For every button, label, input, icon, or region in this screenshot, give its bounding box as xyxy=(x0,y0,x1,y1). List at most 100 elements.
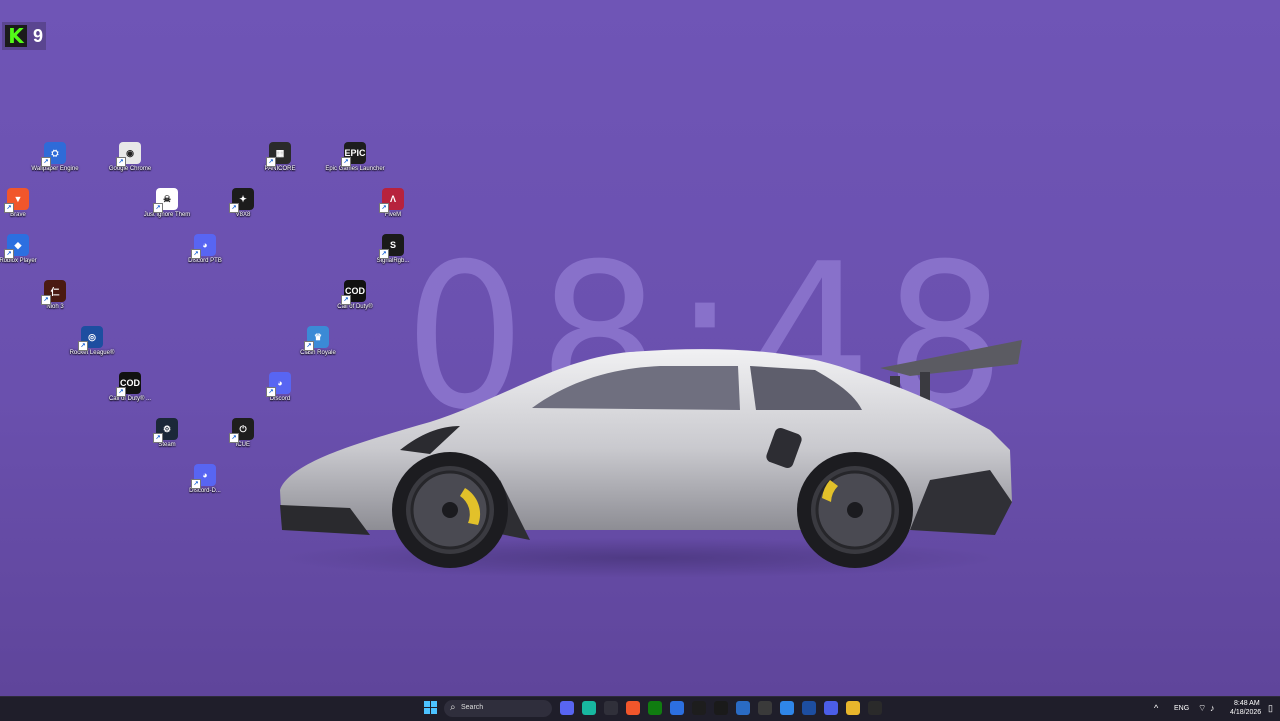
app-icon: COD ↗ xyxy=(341,280,366,305)
desktop-shortcut[interactable]: EPIC ↗ Epic Games Launcher xyxy=(325,142,385,173)
desktop-shortcut[interactable]: S ↗ SignalRgb... xyxy=(363,234,423,265)
desktop-shortcut[interactable]: ▼ ↗ Brave xyxy=(0,188,48,219)
wallpaper-car xyxy=(280,340,1022,578)
hub-taskbar-icon[interactable] xyxy=(582,701,596,715)
language-indicator[interactable]: ENG xyxy=(1174,705,1189,712)
desktop-shortcut[interactable]: ♛ ↗ Clash Royale xyxy=(288,326,348,357)
desktop-shortcut-label: Call of Duty® xyxy=(337,304,373,310)
app-icon: ✦ ↗ xyxy=(229,188,254,213)
shortcut-arrow-icon: ↗ xyxy=(4,249,14,259)
desktop-shortcut-label: Roblox Player xyxy=(0,258,37,264)
shortcut-arrow-icon: ↗ xyxy=(304,341,314,351)
shortcut-arrow-icon: ↗ xyxy=(41,295,51,305)
speaker-icon[interactable]: ♪ xyxy=(1210,703,1215,713)
desktop-shortcut-label: Just Ignore Them xyxy=(143,212,191,218)
desktop-shortcut-label: Call of Duty® ... xyxy=(108,396,152,402)
app-icon: ⚙ ↗ xyxy=(153,418,178,443)
clock-time[interactable]: 8:48 AM xyxy=(1234,700,1260,707)
shortcut-arrow-icon: ↗ xyxy=(153,433,163,443)
shortcut-arrow-icon: ↗ xyxy=(341,295,351,305)
desktop-shortcut[interactable]: ⛭ ↗ Wallpaper Engine xyxy=(25,142,85,173)
desktop-shortcut-label: Nioh 3 xyxy=(46,304,64,310)
taskbar: ⌕ Search ^ ENG ⌔ ♪ 8:48 AM 4/18/2026 ▯ xyxy=(0,696,1280,721)
chevron-up-icon[interactable]: ^ xyxy=(1154,703,1158,713)
desktop-shortcut[interactable]: 仁 ↗ Nioh 3 xyxy=(25,280,85,311)
rear-wheel-icon xyxy=(797,452,913,568)
shortcut-arrow-icon: ↗ xyxy=(379,249,389,259)
desktop-shortcut[interactable]: ◕ ↗ Discord xyxy=(250,372,310,403)
desktop-shortcut-label: Brave xyxy=(10,212,26,218)
kick-widget[interactable]: K 9 xyxy=(2,22,46,50)
app-taskbar-icon[interactable] xyxy=(758,701,772,715)
shortcut-arrow-icon: ↗ xyxy=(116,157,126,167)
desktop-shortcut[interactable]: ◆ ↗ Roblox Player xyxy=(0,234,48,265)
roblox-taskbar-icon[interactable] xyxy=(670,701,684,715)
app-icon: Λ ↗ xyxy=(379,188,404,213)
shortcut-arrow-icon: ↗ xyxy=(191,249,201,259)
notification-bell-icon[interactable]: ▯ xyxy=(1268,703,1273,714)
app-icon: ☠ ↗ xyxy=(153,188,178,213)
desktop-shortcut-label: FiveM xyxy=(384,212,402,218)
shortcut-arrow-icon: ↗ xyxy=(4,203,14,213)
desktop-shortcut-label: iCUE xyxy=(235,442,250,448)
app-icon: ◉ ↗ xyxy=(116,142,141,167)
desktop-shortcut[interactable]: ◉ ↗ Google Chrome xyxy=(100,142,160,173)
app-icon: ⛭ ↗ xyxy=(41,142,66,167)
folder-taskbar-icon[interactable] xyxy=(846,701,860,715)
app-icon: ◕ ↗ xyxy=(191,234,216,259)
shortcut-arrow-icon: ↗ xyxy=(153,203,163,213)
clock-date[interactable]: 4/18/2026 xyxy=(1230,709,1261,716)
desktop-shortcut[interactable]: ⚙ ↗ Steam xyxy=(137,418,197,449)
desktop-shortcut-label: Steam xyxy=(158,442,176,448)
app-icon: ◆ ↗ xyxy=(4,234,29,259)
app-icon: ◕ ↗ xyxy=(191,464,216,489)
desktop-shortcut-label: Clash Royale xyxy=(300,350,336,356)
search-label: Search xyxy=(461,704,484,711)
play-taskbar-icon[interactable] xyxy=(824,701,838,715)
start-button[interactable] xyxy=(424,701,438,715)
app-icon: 仁 ↗ xyxy=(41,280,66,305)
shortcut-arrow-icon: ↗ xyxy=(266,157,276,167)
obs-taskbar-icon[interactable] xyxy=(604,701,618,715)
desktop-shortcut[interactable]: ▦ ↗ PANICORE xyxy=(250,142,310,173)
xbox-taskbar-icon[interactable] xyxy=(648,701,662,715)
discord-taskbar-icon[interactable] xyxy=(560,701,574,715)
wifi-icon[interactable]: ⌔ xyxy=(1198,703,1206,714)
taskbar-search-box[interactable]: ⌕ Search xyxy=(444,700,552,717)
desktop-shortcut[interactable]: Λ ↗ FiveM xyxy=(363,188,423,219)
desktop-shortcut[interactable]: ◕ ↗ Discord PTB xyxy=(175,234,235,265)
desktop-shortcut-label: Discord-D... xyxy=(189,488,221,494)
desktop-shortcut-label: Wallpaper Engine xyxy=(31,166,79,172)
desktop-shortcut-label: Discord xyxy=(269,396,291,402)
desktop-shortcut-label: Epic Games Launcher xyxy=(325,166,385,172)
shortcut-arrow-icon: ↗ xyxy=(379,203,389,213)
shortcut-arrow-icon: ↗ xyxy=(341,157,351,167)
desktop-shortcut[interactable]: ◎ ↗ Rocket League® xyxy=(62,326,122,357)
kick-count: 9 xyxy=(33,25,44,46)
shield-taskbar-icon[interactable] xyxy=(736,701,750,715)
shortcut-arrow-icon: ↗ xyxy=(229,203,239,213)
panicore-taskbar-icon[interactable] xyxy=(868,701,882,715)
desktop-shortcut[interactable]: COD ↗ Call of Duty® ... xyxy=(100,372,160,403)
app-icon: S ↗ xyxy=(379,234,404,259)
desktop-shortcut[interactable]: COD ↗ Call of Duty® xyxy=(325,280,385,311)
desktop-shortcut[interactable]: ✦ ↗ V8X8 xyxy=(213,188,273,219)
drop-taskbar-icon[interactable] xyxy=(780,701,794,715)
desktop-shortcut[interactable]: ☠ ↗ Just Ignore Them xyxy=(137,188,197,219)
kick-logo-icon: K xyxy=(5,24,27,48)
rocket-taskbar-icon[interactable] xyxy=(802,701,816,715)
cod-taskbar-icon[interactable] xyxy=(714,701,728,715)
app-icon: EPIC ↗ xyxy=(341,142,366,167)
desktop-shortcut[interactable]: ◕ ↗ Discord-D... xyxy=(175,464,235,495)
shortcut-arrow-icon: ↗ xyxy=(266,387,276,397)
desktop-shortcut-label: V8X8 xyxy=(235,212,251,218)
desktop-shortcut[interactable]: ⏻ ↗ iCUE xyxy=(213,418,273,449)
epic-taskbar-icon[interactable] xyxy=(692,701,706,715)
shortcut-arrow-icon: ↗ xyxy=(78,341,88,351)
brave-taskbar-icon[interactable] xyxy=(626,701,640,715)
desktop: K 9 08:48 ⛭ ↗ Wallpaper Engine ◉ ↗ Googl… xyxy=(0,0,1280,696)
desktop-shortcut-label: Rocket League® xyxy=(69,350,115,356)
shortcut-arrow-icon: ↗ xyxy=(116,387,126,397)
desktop-shortcut-label: SignalRgb... xyxy=(376,258,410,264)
app-icon: ▼ ↗ xyxy=(4,188,29,213)
